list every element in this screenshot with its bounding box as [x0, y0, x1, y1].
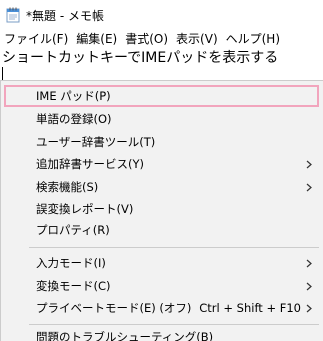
menu-item-label: IME パッド(P)	[36, 89, 111, 103]
menu-item-input-mode[interactable]: 入力モード(I)	[1, 252, 323, 274]
menu-item-user-dictionary[interactable]: ユーザー辞書ツール(T)	[1, 131, 323, 153]
menu-item-additional-dictionary[interactable]: 追加辞書サービス(Y)	[1, 153, 323, 175]
menu-file[interactable]: ファイル(F)	[0, 30, 72, 49]
menu-edit[interactable]: 編集(E)	[72, 30, 121, 49]
menu-item-properties[interactable]: プロパティ(R)	[1, 219, 323, 241]
window-title: *無題 - メモ帳	[26, 8, 104, 23]
menu-item-troubleshooting[interactable]: 問題のトラブルシューティング(B)	[1, 326, 323, 341]
menu-item-label: 問題のトラブルシューティング(B)	[36, 330, 214, 341]
menu-item-shortcut: Ctrl + Shift + F10	[199, 301, 301, 315]
ime-context-menu: IME パッド(P) 単語の登録(O) ユーザー辞書ツール(T) 追加辞書サービ…	[0, 80, 323, 341]
menu-item-label: 検索機能(S)	[36, 180, 99, 194]
chevron-right-icon	[306, 252, 314, 274]
notepad-icon	[6, 7, 20, 23]
menu-bar: ファイル(F) 編集(E) 書式(O) 表示(V) ヘルプ(H)	[0, 30, 323, 49]
menu-item-private-mode[interactable]: プライベートモード(E) (オフ) Ctrl + Shift + F10	[1, 297, 323, 319]
notepad-window: *無題 - メモ帳 ファイル(F) 編集(E) 書式(O) 表示(V) ヘルプ(…	[0, 0, 323, 341]
menu-format[interactable]: 書式(O)	[121, 30, 172, 49]
chevron-right-icon	[306, 176, 314, 198]
title-bar: *無題 - メモ帳	[0, 0, 323, 30]
menu-item-label: 変換モード(C)	[36, 279, 111, 293]
chevron-right-icon	[306, 297, 314, 319]
menu-item-label: 誤変換レポート(V)	[36, 202, 134, 216]
menu-item-label: ユーザー辞書ツール(T)	[36, 135, 156, 149]
menu-separator	[29, 324, 319, 325]
menu-item-label: プロパティ(R)	[36, 223, 110, 237]
menu-item-label: 追加辞書サービス(Y)	[36, 157, 144, 171]
menu-item-word-register[interactable]: 単語の登録(O)	[1, 108, 323, 130]
editor-content: ショートカットキーでIMEパッドを表示する	[2, 50, 279, 66]
menu-item-ime-pad[interactable]: IME パッド(P)	[1, 85, 323, 107]
menu-item-conversion-mode[interactable]: 変換モード(C)	[1, 275, 323, 297]
menu-item-label: 入力モード(I)	[36, 256, 106, 270]
menu-help[interactable]: ヘルプ(H)	[222, 30, 284, 49]
chevron-right-icon	[306, 153, 314, 175]
menu-item-label: 単語の登録(O)	[36, 112, 112, 126]
chevron-right-icon	[306, 275, 314, 297]
menu-item-label: プライベートモード(E) (オフ)	[36, 301, 192, 315]
menu-separator	[29, 247, 319, 248]
menu-item-search[interactable]: 検索機能(S)	[1, 176, 323, 198]
menu-view[interactable]: 表示(V)	[172, 30, 222, 49]
menu-item-misconversion-report[interactable]: 誤変換レポート(V)	[1, 198, 323, 220]
